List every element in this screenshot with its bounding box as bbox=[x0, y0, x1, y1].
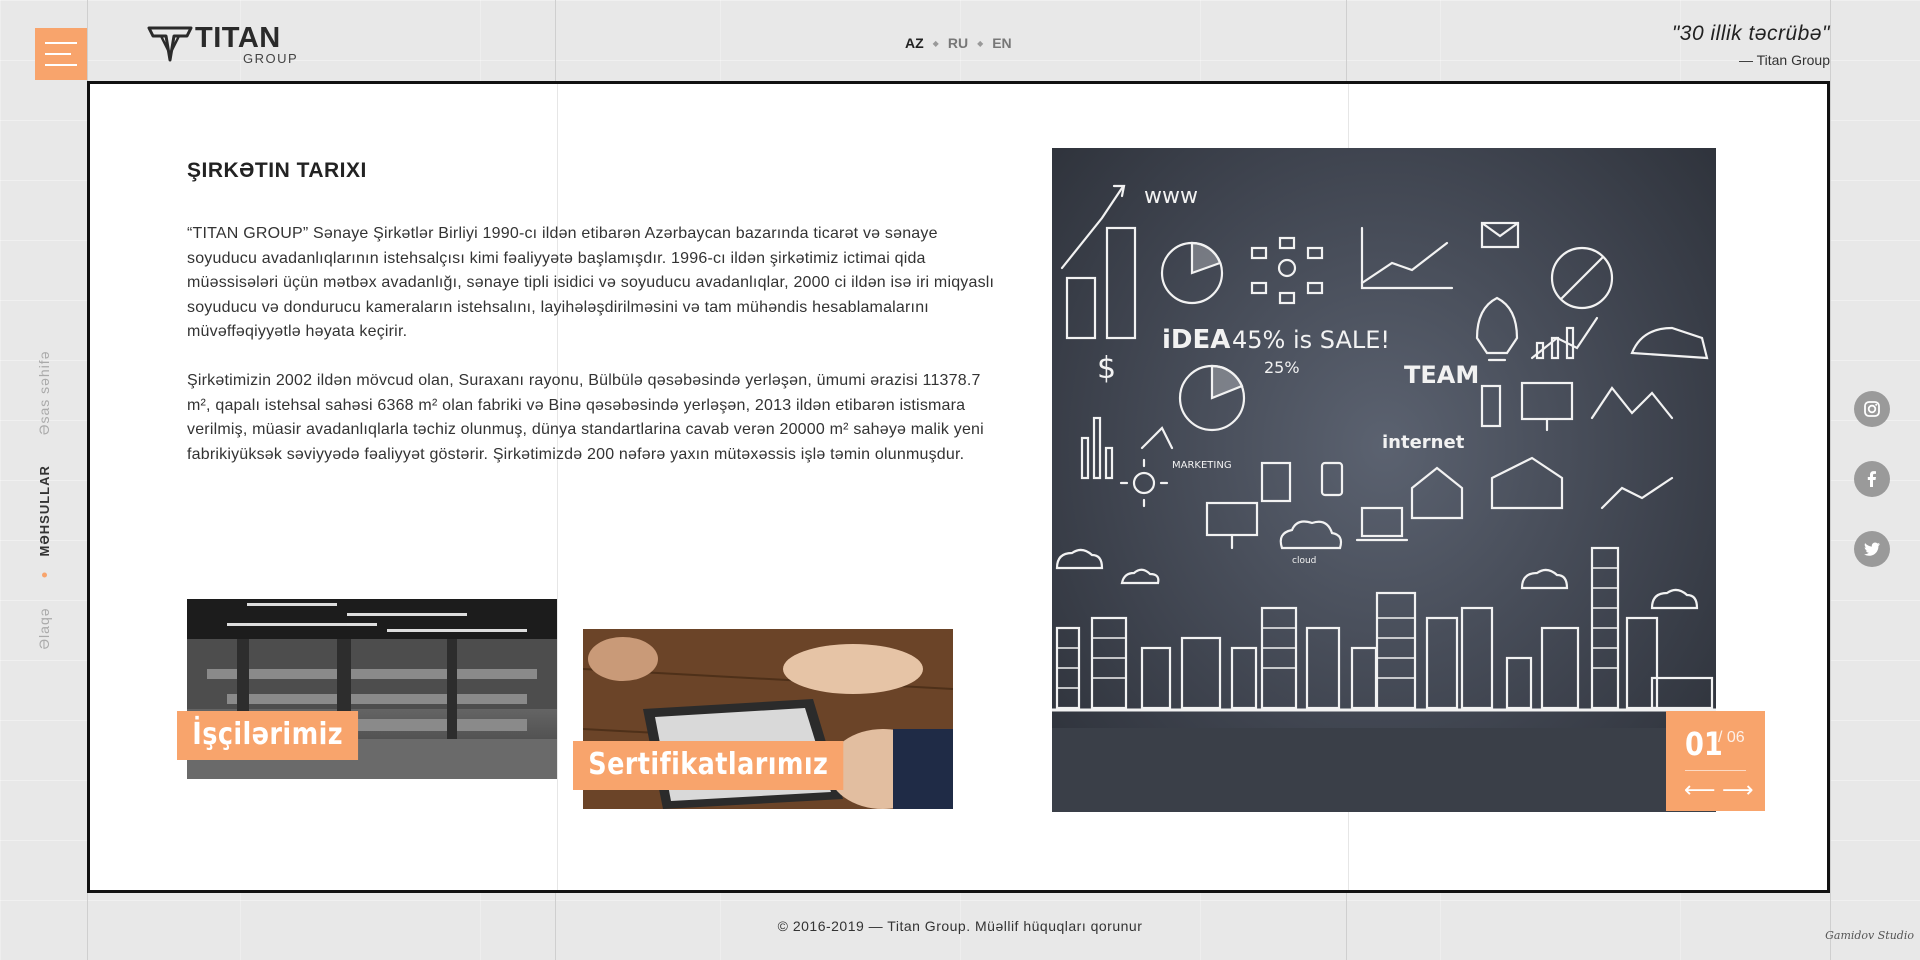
nav-item-products[interactable]: Məhsullar bbox=[37, 465, 52, 556]
hero-word-cloud: cloud bbox=[1292, 556, 1316, 566]
nav-active-dot bbox=[41, 572, 47, 578]
quote-text: "30 illik təcrübə" bbox=[1671, 22, 1830, 45]
social-links bbox=[1854, 391, 1890, 567]
logo-sub: GROUP bbox=[243, 51, 299, 66]
lang-separator: ◆ bbox=[932, 38, 939, 48]
footer-copyright: © 2016-2019 — Titan Group. Müəllif hüquq… bbox=[777, 918, 1143, 934]
hero-word-25: 25% bbox=[1264, 358, 1300, 377]
hero-word-internet: internet bbox=[1382, 432, 1465, 453]
employees-card[interactable]: İşçilərimiz bbox=[177, 599, 557, 779]
nav-item-contact[interactable]: Əlaqə bbox=[36, 607, 52, 649]
hamburger-line bbox=[45, 42, 77, 44]
slide-total: / 06 bbox=[1718, 729, 1745, 746]
hamburger-line bbox=[45, 64, 77, 66]
studio-signature[interactable]: Gamidov Studio bbox=[1825, 929, 1914, 942]
quote-author: — Titan Group bbox=[1738, 52, 1830, 68]
twitter-icon[interactable] bbox=[1854, 531, 1890, 567]
hero-word-sale: 45% is SALE! bbox=[1232, 326, 1390, 354]
hero-word-www: www bbox=[1144, 184, 1198, 209]
instagram-icon[interactable] bbox=[1854, 391, 1890, 427]
hamburger-line bbox=[45, 53, 71, 55]
lang-az[interactable]: AZ bbox=[905, 35, 924, 51]
certificates-card[interactable]: Sertifikatlarımız bbox=[573, 629, 953, 809]
header-quote: "30 illik təcrübə" — Titan Group bbox=[1672, 22, 1830, 68]
next-arrow-icon[interactable]: ⟶ bbox=[1722, 777, 1754, 803]
grid-line bbox=[557, 84, 558, 890]
hero-chalkboard-image: www iDEA 45% is SALE! $ 25% TEAM interne… bbox=[1052, 148, 1716, 812]
hero-word-idea: iDEA bbox=[1162, 325, 1230, 355]
facebook-icon[interactable] bbox=[1854, 461, 1890, 497]
counter-divider bbox=[1685, 770, 1746, 771]
history-paragraph-1: “TITAN GROUP” Sənaye Şirkətlər Birliyi 1… bbox=[187, 225, 995, 340]
side-nav: Əlaqə Məhsullar Əsas səhifə bbox=[36, 351, 52, 650]
nav-item-home[interactable]: Əsas səhifə bbox=[36, 351, 52, 436]
history-paragraph-2: Şirkətimizin 2002 ildən mövcud olan, Sur… bbox=[187, 372, 984, 463]
section-title: ŞIRKƏTIN TARIXI bbox=[187, 159, 367, 182]
grid-line bbox=[1830, 0, 1831, 960]
certificates-label: Sertifikatlarımız bbox=[573, 741, 844, 790]
menu-button[interactable] bbox=[35, 28, 87, 80]
logo[interactable]: TITAN GROUP bbox=[147, 24, 298, 65]
hero-word-team: TEAM bbox=[1404, 361, 1479, 389]
employees-label: İşçilərimiz bbox=[177, 711, 359, 760]
logo-brand: TITAN bbox=[195, 22, 281, 54]
lang-en[interactable]: EN bbox=[992, 35, 1011, 51]
svg-text:$: $ bbox=[1097, 351, 1116, 386]
titan-logo-icon bbox=[147, 26, 193, 62]
content-frame: ŞIRKƏTIN TARIXI “TITAN GROUP” Sənaye Şir… bbox=[87, 81, 1830, 893]
slider-counter: 01 / 06 ⟵ ⟶ bbox=[1666, 711, 1765, 811]
language-switcher: AZ ◆ RU ◆ EN bbox=[905, 35, 1012, 51]
lang-ru[interactable]: RU bbox=[948, 35, 968, 51]
prev-arrow-icon[interactable]: ⟵ bbox=[1684, 777, 1716, 803]
hero-word-marketing: MARKETING bbox=[1172, 460, 1232, 471]
lang-separator: ◆ bbox=[977, 38, 984, 48]
